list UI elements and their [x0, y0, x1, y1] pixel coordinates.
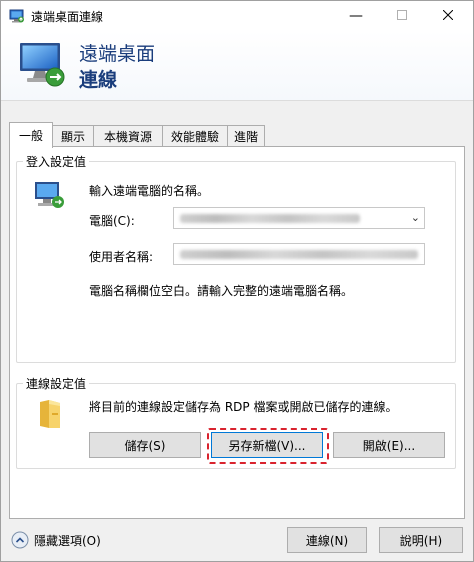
close-icon: [442, 8, 454, 24]
chevron-up-icon: [11, 531, 29, 549]
tab-local-resources[interactable]: 本機資源: [93, 125, 163, 147]
highlight-outline: [207, 428, 329, 464]
logon-settings-group: 登入設定值 輸入遠端電腦的名稱。 電腦(C): ⌄ 使用者名稱: 電腦名稱欄位空…: [16, 153, 456, 363]
username-value: [180, 250, 418, 259]
chevron-down-icon[interactable]: ⌄: [411, 211, 420, 224]
general-tab-panel: 登入設定值 輸入遠端電腦的名稱。 電腦(C): ⌄ 使用者名稱: 電腦名稱欄位空…: [9, 146, 465, 519]
connection-description: 將目前的連線設定儲存為 RDP 檔案或開啟已儲存的連線。: [89, 400, 398, 414]
save-button[interactable]: 儲存(S): [89, 432, 201, 458]
computer-value: [180, 214, 360, 223]
tab-label: 顯示: [60, 130, 85, 144]
username-label: 使用者名稱:: [89, 250, 154, 264]
help-button[interactable]: 說明(H): [379, 527, 463, 553]
computer-combobox[interactable]: ⌄: [173, 207, 425, 229]
open-button-label: 開啟(E)...: [362, 438, 416, 453]
logon-group-label: 登入設定值: [23, 153, 90, 170]
save-button-label: 儲存(S): [124, 438, 166, 453]
username-field[interactable]: [173, 243, 425, 265]
connect-button-label: 連線(N): [305, 533, 349, 548]
banner-title: 遠端桌面: [79, 43, 156, 65]
computer-label: 電腦(C):: [89, 214, 135, 228]
header-banner: 遠端桌面 連線: [1, 31, 473, 101]
hide-options-label: 隱藏選項(O): [34, 533, 101, 548]
close-button[interactable]: [425, 1, 471, 31]
title-bar[interactable]: 遠端桌面連線 —: [1, 1, 473, 31]
remote-desktop-large-icon: [17, 39, 69, 91]
connect-button[interactable]: 連線(N): [287, 527, 367, 553]
tab-label: 效能體驗: [170, 130, 219, 144]
open-button[interactable]: 開啟(E)...: [333, 432, 445, 458]
hide-options-toggle[interactable]: 隱藏選項(O): [11, 531, 101, 549]
maximize-icon: [397, 8, 407, 24]
connection-group-label: 連線設定值: [23, 375, 90, 392]
tab-advanced[interactable]: 進階: [227, 125, 265, 147]
tab-display[interactable]: 顯示: [52, 125, 94, 147]
connection-settings-group: 連線設定值 將目前的連線設定儲存為 RDP 檔案或開啟已儲存的連線。 儲存(S)…: [16, 375, 456, 469]
computer-icon: [33, 180, 67, 215]
tab-experience[interactable]: 效能體驗: [162, 125, 228, 147]
tab-label: 本機資源: [103, 130, 152, 144]
maximize-button[interactable]: [379, 1, 425, 31]
computer-name-hint: 電腦名稱欄位空白。請輸入完整的遠端電腦名稱。: [89, 284, 354, 298]
tab-label: 進階: [233, 130, 258, 144]
window-title: 遠端桌面連線: [31, 10, 104, 24]
remote-desktop-window: 遠端桌面連線 — 遠端桌面 連線 一般 顯示 本機資源 效能體驗 進階 登入設定…: [0, 0, 474, 562]
minimize-icon: —: [349, 8, 363, 24]
logon-instruction: 輸入遠端電腦的名稱。: [89, 184, 210, 198]
remote-desktop-icon: [9, 8, 25, 24]
banner-subtitle: 連線: [79, 69, 118, 91]
tab-label: 一般: [18, 129, 43, 143]
folder-icon: [37, 398, 63, 433]
tab-general[interactable]: 一般: [9, 122, 53, 148]
help-button-label: 說明(H): [399, 533, 443, 548]
minimize-button[interactable]: —: [333, 1, 379, 31]
